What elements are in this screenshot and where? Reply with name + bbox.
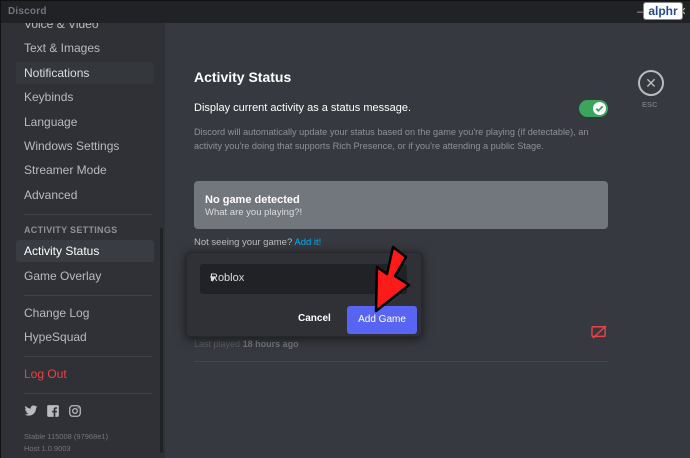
esc-label: ESC: [642, 100, 658, 109]
content-divider: [194, 361, 608, 362]
cancel-button[interactable]: Cancel: [298, 313, 331, 324]
facebook-icon[interactable]: [46, 404, 60, 418]
instagram-icon[interactable]: [68, 404, 82, 418]
build-info-host: Host 1.0.9003: [24, 444, 71, 453]
sidebar-item-change-log[interactable]: Change Log: [16, 302, 154, 324]
sidebar-divider: [24, 393, 152, 394]
close-icon: ✕: [645, 75, 657, 91]
sidebar-item-language[interactable]: Language: [16, 111, 154, 133]
sidebar-item-windows-settings[interactable]: Windows Settings: [16, 135, 154, 157]
sidebar-item-log-out[interactable]: Log Out: [16, 363, 154, 385]
toggle-knob: [593, 102, 606, 115]
build-info-stable: Stable 115008 (97968e1): [24, 432, 109, 441]
settings-content: Activity Status Display current activity…: [165, 23, 690, 458]
sidebar-divider: [24, 295, 152, 296]
last-played-value: 18 hours ago: [242, 339, 299, 349]
game-overlay-disabled-icon[interactable]: [591, 325, 607, 339]
not-seeing-label: Not seeing your game?: [194, 237, 293, 248]
sidebar-item-notifications[interactable]: Notifications: [16, 62, 154, 84]
not-seeing-game-text: Not seeing your game? Add it!: [194, 237, 321, 248]
sidebar-item-voice-video[interactable]: Voice & Video: [16, 23, 154, 35]
no-game-detected-card: No game detected What are you playing?!: [194, 181, 608, 229]
sidebar-item-streamer-mode[interactable]: Streamer Mode: [16, 159, 154, 181]
last-played-prefix: Last played: [194, 339, 241, 349]
sidebar-divider: [24, 356, 152, 357]
last-played-text: Last played 18 hours ago: [194, 339, 299, 349]
activity-toggle-label: Display current activity as a status mes…: [194, 102, 412, 114]
red-arrow-annotation: [374, 245, 411, 313]
title-bar: Discord – ▢ ✕: [1, 1, 690, 23]
sidebar-item-hypesquad[interactable]: HypeSquad: [16, 326, 154, 348]
detect-subtitle: What are you playing?!: [205, 207, 303, 218]
close-settings-button[interactable]: ✕: [638, 70, 664, 96]
check-icon: [595, 105, 604, 113]
sidebar-item-activity-status[interactable]: Activity Status: [16, 240, 154, 262]
app-name: Discord: [8, 6, 47, 17]
page-title: Activity Status: [194, 69, 292, 85]
discord-window: Discord – ▢ ✕ alphr Voice & Video Text &…: [0, 0, 690, 458]
settings-sidebar: Voice & Video Text & Images Notification…: [1, 23, 165, 458]
sidebar-divider: [24, 214, 152, 215]
sidebar-item-keybinds[interactable]: Keybinds: [16, 86, 154, 108]
twitter-icon[interactable]: [24, 404, 38, 418]
detect-title: No game detected: [205, 194, 300, 206]
sidebar-item-advanced[interactable]: Advanced: [16, 184, 154, 206]
sidebar-item-game-overlay[interactable]: Game Overlay: [16, 265, 154, 287]
sidebar-scrollbar[interactable]: [160, 228, 163, 453]
sidebar-item-text-images[interactable]: Text & Images: [16, 37, 154, 59]
activity-settings-header: ACTIVITY SETTINGS: [24, 225, 118, 235]
activity-status-toggle[interactable]: [579, 100, 608, 117]
activity-description: Discord will automatically update your s…: [194, 127, 589, 151]
alphr-watermark: alphr: [643, 2, 683, 20]
add-it-link[interactable]: Add it!: [294, 237, 321, 248]
